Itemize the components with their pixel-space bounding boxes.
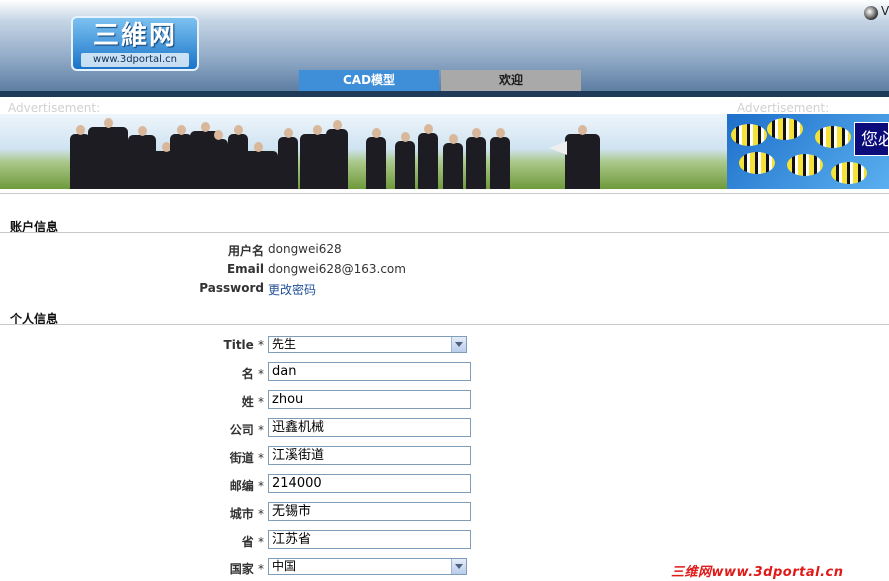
company-label: 公司 * xyxy=(10,421,264,438)
last-name-label: 姓 * xyxy=(10,393,264,410)
last-name-label-text: 姓 xyxy=(241,395,254,409)
ad-label-right: Advertisement: xyxy=(737,101,830,115)
username-value: dongwei628 xyxy=(268,242,342,256)
title-label: Title * xyxy=(10,338,264,352)
account-section-divider xyxy=(0,232,889,233)
site-logo[interactable]: 三維网 www.3dportal.cn xyxy=(71,16,199,71)
required-mark: * xyxy=(258,507,264,521)
divider xyxy=(0,193,889,194)
personal-section-divider xyxy=(0,324,889,325)
street-label-text: 街道 xyxy=(229,451,254,465)
tab-welcome[interactable]: 欢迎 xyxy=(441,70,581,91)
province-label-text: 省 xyxy=(241,535,254,549)
globe-icon[interactable] xyxy=(864,6,878,20)
first-name-label-text: 名 xyxy=(241,367,254,381)
header-strip xyxy=(0,91,889,97)
change-password-link[interactable]: 更改密码 xyxy=(268,281,316,298)
required-mark: * xyxy=(258,367,264,381)
city-label: 城市 * xyxy=(10,505,264,522)
ad-right-text: 您必 xyxy=(854,122,889,156)
postcode-input[interactable]: 214000 xyxy=(268,474,471,493)
required-mark: * xyxy=(258,423,264,437)
logo-title: 三維网 xyxy=(92,21,177,51)
logo-url: www.3dportal.cn xyxy=(81,53,189,67)
country-label: 国家 * xyxy=(10,560,264,577)
chevron-down-icon[interactable] xyxy=(451,337,466,352)
username-label: 用户名 xyxy=(227,244,264,258)
country-select[interactable]: 中国 xyxy=(268,558,467,575)
chevron-down-icon[interactable] xyxy=(451,559,466,574)
title-select[interactable]: 先生 xyxy=(268,336,467,353)
megaphone-icon xyxy=(549,141,567,155)
city-input[interactable]: 无锡市 xyxy=(268,502,471,521)
postcode-label: 邮编 * xyxy=(10,477,264,494)
company-label-text: 公司 xyxy=(229,423,254,437)
street-input[interactable]: 江溪街道 xyxy=(268,446,471,465)
required-mark: * xyxy=(258,479,264,493)
company-input[interactable]: 迅鑫机械 xyxy=(268,418,471,437)
title-label-text: Title xyxy=(223,338,254,352)
required-mark: * xyxy=(258,395,264,409)
first-name-input[interactable]: dan xyxy=(268,362,471,381)
required-mark: * xyxy=(258,562,264,576)
watermark: 三维网www.3dportal.cn xyxy=(671,565,844,580)
province-input[interactable]: 江苏省 xyxy=(268,530,471,549)
title-select-value: 先生 xyxy=(272,337,297,351)
province-label: 省 * xyxy=(10,533,264,550)
last-name-input[interactable]: zhou xyxy=(268,390,471,409)
required-mark: * xyxy=(258,535,264,549)
first-name-label: 名 * xyxy=(10,365,264,382)
email-value: dongwei628@163.com xyxy=(268,262,406,276)
ad-label-left: Advertisement: xyxy=(8,101,101,115)
tab-cad-models[interactable]: CAD模型 xyxy=(299,70,439,91)
ad-banner-businessmen[interactable] xyxy=(0,114,727,189)
ad-banner-fish[interactable]: 您必 xyxy=(727,114,889,189)
street-label: 街道 * xyxy=(10,449,264,466)
top-right-link[interactable]: V xyxy=(881,4,889,18)
postcode-label-text: 邮编 xyxy=(229,479,254,493)
email-label: Email xyxy=(226,262,264,276)
country-select-value: 中国 xyxy=(272,559,297,573)
city-label-text: 城市 xyxy=(229,507,254,521)
country-label-text: 国家 xyxy=(229,562,254,576)
required-mark: * xyxy=(258,451,264,465)
password-label: Password xyxy=(199,281,264,295)
required-mark: * xyxy=(258,338,264,352)
